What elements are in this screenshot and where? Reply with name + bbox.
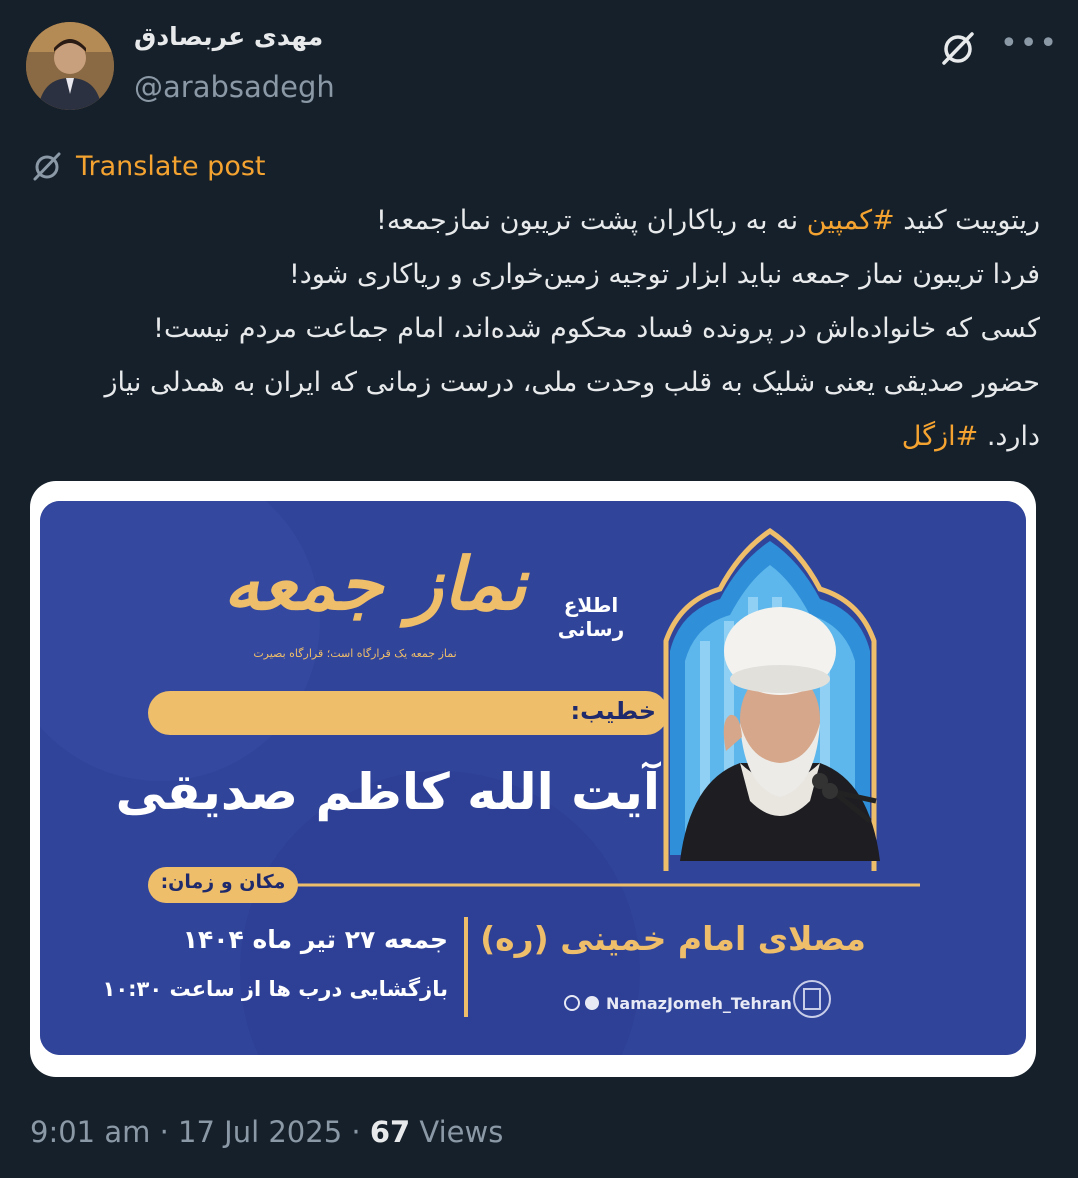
doors-open-time: بازگشایی درب ها از ساعت ۱۰:۳۰ — [102, 977, 449, 1001]
logo-title: نماز جمعه — [223, 541, 527, 626]
event-banner-image: نماز جمعه اطلاع رسانی نماز جمعه یک قرارگ… — [40, 501, 1026, 1055]
post-line-3: کسی که خانواده‌اش در پرونده فساد محکوم ش… — [153, 313, 1040, 344]
more-options-icon[interactable]: ••• — [1000, 29, 1057, 62]
post-meta: 9:01 am · 17 Jul 2025 · 67 Views — [30, 1115, 504, 1149]
avatar[interactable] — [26, 22, 114, 110]
post-line-4: حضور صدیقی یعنی شلیک به قلب وحدت ملی، در… — [104, 367, 1040, 452]
event-venue: مصلای امام خمینی (ره) — [480, 919, 866, 958]
translate-icon — [33, 152, 61, 181]
hashtag-campaign[interactable]: #کمپین — [807, 205, 895, 236]
post-line-1: ریتوییت کنید #کمپین نه به ریاکاران پشت ت… — [376, 205, 1040, 236]
grok-icon[interactable] — [938, 28, 978, 68]
post-text: ریتوییت کنید #کمپین نه به ریاکاران پشت ت… — [50, 194, 1040, 464]
views-count: 67 — [369, 1115, 411, 1149]
post-media-card[interactable]: نماز جمعه اطلاع رسانی نماز جمعه یک قرارگ… — [30, 481, 1036, 1077]
author-name[interactable]: مهدی عربصادق — [134, 22, 323, 51]
author-handle[interactable]: @arabsadegh — [134, 70, 335, 104]
place-time-label: مکان و زمان: — [160, 871, 286, 893]
social-handle: NamazJomeh_Tehran — [606, 994, 792, 1013]
khatib-label: خطیب: — [570, 697, 656, 725]
translate-label: Translate post — [76, 150, 266, 182]
post-date[interactable]: 17 Jul 2025 — [178, 1115, 342, 1149]
views-label: Views — [419, 1115, 504, 1149]
translate-post-link[interactable]: Translate post — [30, 146, 266, 186]
logo-tagline: نماز جمعه یک قرارگاه است؛ قرارگاه بصیرت — [253, 647, 457, 660]
hashtag-azgol[interactable]: #ازگل — [902, 421, 978, 452]
event-date: جمعه ۲۷ تیر ماه ۱۴۰۴ — [182, 925, 448, 954]
post-time[interactable]: 9:01 am — [30, 1115, 150, 1149]
logo-subtitle: اطلاع رسانی — [557, 593, 625, 641]
speaker-name: آیت الله کاظم صدیقی — [115, 763, 660, 821]
post-line-2: فردا تریبون نماز جمعه نباید ابزار توجیه … — [288, 259, 1040, 290]
